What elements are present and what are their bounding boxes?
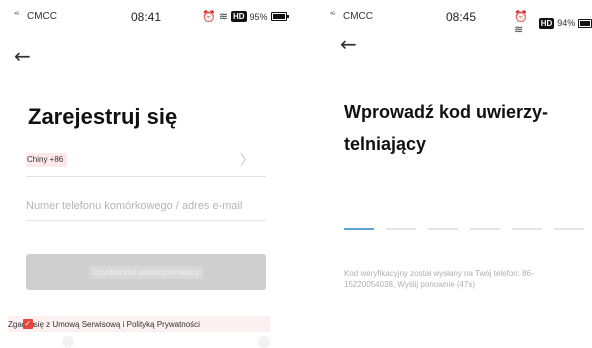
code-slot[interactable]	[344, 228, 374, 230]
carrier-label: CMCC	[343, 11, 373, 22]
battery-icon	[578, 18, 592, 28]
code-sent-info: Kod weryfikacyjny został wysłany na Twój…	[344, 269, 534, 289]
terms-agreement: Zgadza ✓ się z Umową Serwisową i Polityk…	[8, 316, 270, 332]
code-input-slots[interactable]	[344, 228, 584, 230]
clock-time: 08:41	[131, 10, 162, 24]
status-bar: ⁴ᴳ CMCC 08:45 ⏰ ≋ HD 94%	[296, 0, 592, 36]
clock-time: 08:45	[446, 10, 477, 24]
status-icons: ⏰ ≋ HD 95%	[202, 10, 289, 23]
hd-badge: HD	[230, 11, 247, 22]
phone-email-input[interactable]	[26, 196, 266, 216]
alarm-wifi-icon: ⏰ ≋	[514, 11, 528, 36]
verification-code-screen: ⁴ᴳ CMCC 08:45 ⏰ ≋ HD 94% ← Wprowadź kod …	[296, 0, 592, 348]
code-slot[interactable]	[470, 228, 500, 230]
back-button[interactable]: ←	[14, 46, 31, 66]
hd-badge: HD	[538, 17, 555, 29]
signal-icon: ⁴ᴳ	[330, 12, 335, 18]
get-code-button[interactable]: Uzyskaj kod uwierzytelniający	[26, 254, 266, 290]
code-slot[interactable]	[386, 228, 416, 230]
decorative-dot	[258, 336, 270, 348]
terms-checkbox[interactable]: ✓	[22, 319, 33, 329]
alarm-wifi-icon: ⏰ ≋	[202, 11, 228, 23]
carrier-label: CMCC	[27, 11, 57, 22]
battery-percent: 94%	[557, 18, 576, 28]
battery-percent: 95%	[249, 11, 268, 22]
phone-email-field-row	[26, 196, 266, 221]
chevron-right-icon: 〉	[240, 152, 254, 168]
code-slot[interactable]	[428, 228, 458, 230]
get-code-button-label: Uzyskaj kod uwierzytelniający	[89, 265, 203, 279]
back-button[interactable]: ←	[340, 34, 357, 54]
terms-link-text[interactable]: się z Umową Serwisową i Polityką Prywatn…	[34, 320, 200, 329]
country-code-value: Chiny +86	[26, 153, 68, 167]
status-icons: ⏰ ≋ HD 94%	[514, 10, 592, 36]
battery-icon	[270, 12, 289, 21]
signal-icon: ⁴ᴳ	[14, 12, 19, 18]
page-title: Wprowadź kod uwierzy-telniający	[344, 102, 549, 154]
country-selector[interactable]: Chiny +86 〉	[26, 150, 266, 177]
code-slot[interactable]	[512, 228, 542, 230]
status-bar: ⁴ᴳ CMCC 08:41 ⏰ ≋ HD 95%	[0, 0, 296, 30]
decorative-dot	[62, 336, 74, 348]
code-slot[interactable]	[554, 228, 584, 230]
page-title: Zarejestruj się	[28, 104, 178, 129]
register-screen: ⁴ᴳ CMCC 08:41 ⏰ ≋ HD 95% ← Zarejestruj s…	[0, 0, 296, 348]
